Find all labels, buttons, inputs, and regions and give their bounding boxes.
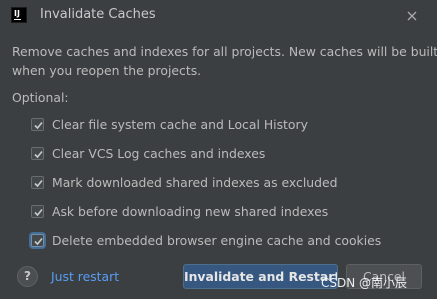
option-label: Mark downloaded shared indexes as exclud… [52,174,338,190]
optional-heading: Optional: [12,90,69,105]
option-label: Delete embedded browser engine cache and… [52,232,382,248]
option-delete-browser-cache[interactable]: Delete embedded browser engine cache and… [31,231,381,249]
invalidate-and-restart-button[interactable]: Invalidate and Restart [183,264,338,289]
option-clear-vcs-log[interactable]: Clear VCS Log caches and indexes [31,144,265,162]
dialog-title: Invalidate Caches [40,7,156,22]
just-restart-link[interactable]: Just restart [51,269,119,284]
checkbox-clear-file-system-cache[interactable] [31,117,44,131]
description-line-1: Remove caches and indexes for all projec… [12,44,437,59]
option-ask-before-downloading[interactable]: Ask before downloading new shared indexe… [31,202,328,220]
title-bar: IJ Invalidate Caches [0,0,437,31]
option-label: Clear file system cache and Local Histor… [52,116,308,132]
watermark: CSDN @南小辰 [321,276,408,290]
checkbox-clear-vcs-log[interactable] [31,146,44,160]
dialog-description: Remove caches and indexes for all projec… [12,42,437,80]
checkbox-ask-before-downloading[interactable] [31,204,44,218]
close-icon[interactable] [402,6,422,26]
help-icon[interactable]: ? [17,266,38,287]
intellij-logo-icon: IJ [11,7,27,23]
option-mark-shared-indexes-excluded[interactable]: Mark downloaded shared indexes as exclud… [31,173,338,191]
checkbox-mark-shared-indexes-excluded[interactable] [31,175,44,189]
option-label: Ask before downloading new shared indexe… [52,203,329,219]
description-line-2: when you reopen the projects. [12,63,202,78]
checkbox-delete-browser-cache[interactable] [31,233,44,247]
option-clear-file-system-cache[interactable]: Clear file system cache and Local Histor… [31,115,308,133]
option-label: Clear VCS Log caches and indexes [52,145,266,161]
